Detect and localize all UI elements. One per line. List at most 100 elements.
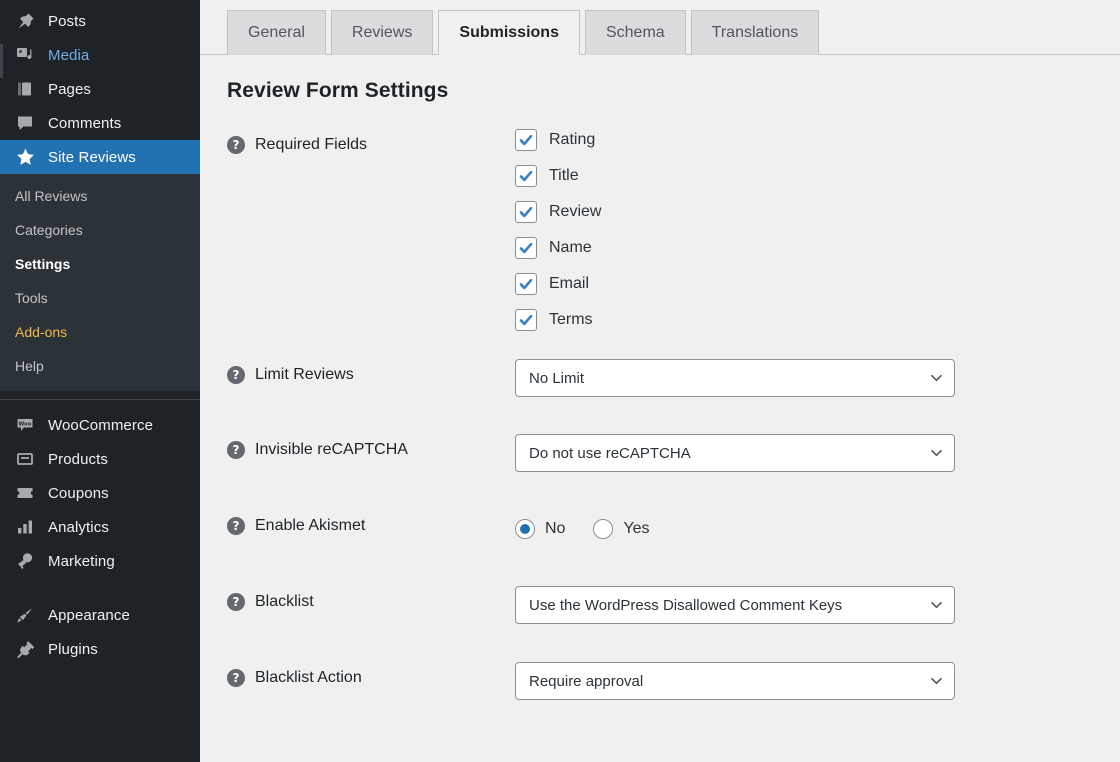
sidebar-item-analytics[interactable]: Analytics xyxy=(0,510,200,544)
admin-sidebar: Posts Media Pages Comments Site Reviews … xyxy=(0,0,200,762)
sidebar-item-label: Appearance xyxy=(48,606,130,624)
sidebar-item-marketing[interactable]: Marketing xyxy=(0,544,200,578)
check-icon xyxy=(519,314,533,326)
setting-label-group: ? Required Fields xyxy=(227,129,515,155)
check-icon xyxy=(519,242,533,254)
setting-label: Required Fields xyxy=(255,136,368,153)
select-limit-reviews[interactable]: No Limit xyxy=(515,359,955,397)
submenu-item-add-ons[interactable]: Add-ons xyxy=(0,315,200,349)
checkbox-label: Terms xyxy=(549,311,593,328)
setting-field: No Yes xyxy=(515,510,1120,548)
setting-row-blacklist-action: ? Blacklist Action Require approval xyxy=(227,662,1120,700)
help-icon[interactable]: ? xyxy=(227,441,245,459)
submenu-item-categories[interactable]: Categories xyxy=(0,213,200,247)
tab-general[interactable]: General xyxy=(227,10,326,55)
sidebar-item-appearance[interactable]: Appearance xyxy=(0,598,200,632)
radio-akismet-no[interactable]: No xyxy=(515,519,565,539)
wordpress-admin-screen: Posts Media Pages Comments Site Reviews … xyxy=(0,0,1120,762)
review-form-settings: ? Required Fields Rating Title Review Na… xyxy=(200,103,1120,700)
sidebar-item-label: Plugins xyxy=(48,640,98,658)
radio-akismet-yes[interactable]: Yes xyxy=(593,519,650,539)
setting-field: No Limit xyxy=(515,359,1120,397)
select-blacklist-action[interactable]: Require approval xyxy=(515,662,955,700)
sidebar-item-pages[interactable]: Pages xyxy=(0,72,200,106)
checkbox-label: Name xyxy=(549,239,592,256)
select-value: No Limit xyxy=(529,369,585,387)
sidebar-item-label: Site Reviews xyxy=(48,148,136,166)
checkbox-label: Rating xyxy=(549,131,596,148)
help-icon[interactable]: ? xyxy=(227,593,245,611)
submenu-item-settings[interactable]: Settings xyxy=(0,247,200,281)
checkbox-rating[interactable]: Rating xyxy=(515,129,1120,151)
checkbox-title[interactable]: Title xyxy=(515,165,1120,187)
submenu-item-help[interactable]: Help xyxy=(0,349,200,383)
radio-dot[interactable] xyxy=(593,519,614,539)
plug-icon xyxy=(10,639,40,659)
setting-field: Require approval xyxy=(515,662,1120,700)
sidebar-item-label: WooCommerce xyxy=(48,416,154,434)
checkbox-box[interactable] xyxy=(515,237,537,259)
sidebar-item-woocommerce[interactable]: Woo WooCommerce xyxy=(0,408,200,442)
tab-submissions[interactable]: Submissions xyxy=(438,10,580,55)
sidebar-separator xyxy=(0,391,200,399)
sidebar-item-label: Products xyxy=(48,450,108,468)
setting-field: Use the WordPress Disallowed Comment Key… xyxy=(515,586,1120,624)
checkbox-box[interactable] xyxy=(515,201,537,223)
sidebar-item-products[interactable]: Products xyxy=(0,442,200,476)
page-title: Review Form Settings xyxy=(227,79,449,102)
setting-row-blacklist: ? Blacklist Use the WordPress Disallowed… xyxy=(227,586,1120,624)
setting-label: Enable Akismet xyxy=(255,517,366,534)
setting-label: Limit Reviews xyxy=(255,366,354,383)
media-icon xyxy=(10,45,40,65)
checkbox-terms[interactable]: Terms xyxy=(515,309,1120,331)
setting-label: Blacklist Action xyxy=(255,669,362,686)
checkbox-name[interactable]: Name xyxy=(515,237,1120,259)
star-icon xyxy=(10,147,40,168)
sidebar-item-label: Pages xyxy=(48,80,92,98)
chevron-down-icon xyxy=(931,601,942,609)
sidebar-item-comments[interactable]: Comments xyxy=(0,106,200,140)
checkbox-label: Title xyxy=(549,167,579,184)
setting-label: Invisible reCAPTCHA xyxy=(255,441,408,458)
select-invisible-recaptcha[interactable]: Do not use reCAPTCHA xyxy=(515,434,955,472)
sidebar-separator-bottom xyxy=(0,578,200,598)
select-blacklist[interactable]: Use the WordPress Disallowed Comment Key… xyxy=(515,586,955,624)
sidebar-item-posts[interactable]: Posts xyxy=(0,4,200,38)
sidebar-item-coupons[interactable]: Coupons xyxy=(0,476,200,510)
sidebar-item-site-reviews[interactable]: Site Reviews xyxy=(0,140,200,174)
sidebar-item-plugins[interactable]: Plugins xyxy=(0,632,200,666)
svg-text:Woo: Woo xyxy=(19,421,32,427)
radio-group-enable-akismet: No Yes xyxy=(515,510,1120,548)
help-icon[interactable]: ? xyxy=(227,517,245,535)
chevron-down-icon xyxy=(931,374,942,382)
submenu-item-tools[interactable]: Tools xyxy=(0,281,200,315)
setting-row-required-fields: ? Required Fields Rating Title Review Na… xyxy=(227,129,1120,331)
checkbox-box[interactable] xyxy=(515,273,537,295)
tab-reviews[interactable]: Reviews xyxy=(330,10,434,55)
main-content: General Reviews Submissions Schema Trans… xyxy=(200,0,1120,762)
chevron-down-icon xyxy=(931,677,942,685)
setting-row-invisible-recaptcha: ? Invisible reCAPTCHA Do not use reCAPTC… xyxy=(227,434,1120,472)
checkbox-box[interactable] xyxy=(515,165,537,187)
radio-dot[interactable] xyxy=(515,519,535,539)
checkbox-box[interactable] xyxy=(515,309,537,331)
woo-icon: Woo xyxy=(10,415,40,435)
checkbox-email[interactable]: Email xyxy=(515,273,1120,295)
submenu-item-all-reviews[interactable]: All Reviews xyxy=(0,179,200,213)
tab-schema[interactable]: Schema xyxy=(584,10,686,55)
megaphone-icon xyxy=(10,551,40,571)
sidebar-item-label: Marketing xyxy=(48,552,115,570)
checkbox-review[interactable]: Review xyxy=(515,201,1120,223)
help-icon[interactable]: ? xyxy=(227,136,245,154)
tab-translations[interactable]: Translations xyxy=(690,10,820,55)
check-icon xyxy=(519,134,533,146)
checkbox-box[interactable] xyxy=(515,129,537,151)
setting-label-group: ? Blacklist Action xyxy=(227,662,515,688)
settings-tab-bar: General Reviews Submissions Schema Trans… xyxy=(200,0,1120,55)
sidebar-item-label: Coupons xyxy=(48,484,109,502)
help-icon[interactable]: ? xyxy=(227,366,245,384)
help-icon[interactable]: ? xyxy=(227,669,245,687)
checkbox-label: Email xyxy=(549,275,590,292)
sidebar-item-media[interactable]: Media xyxy=(0,38,200,72)
coupon-icon xyxy=(10,483,40,503)
